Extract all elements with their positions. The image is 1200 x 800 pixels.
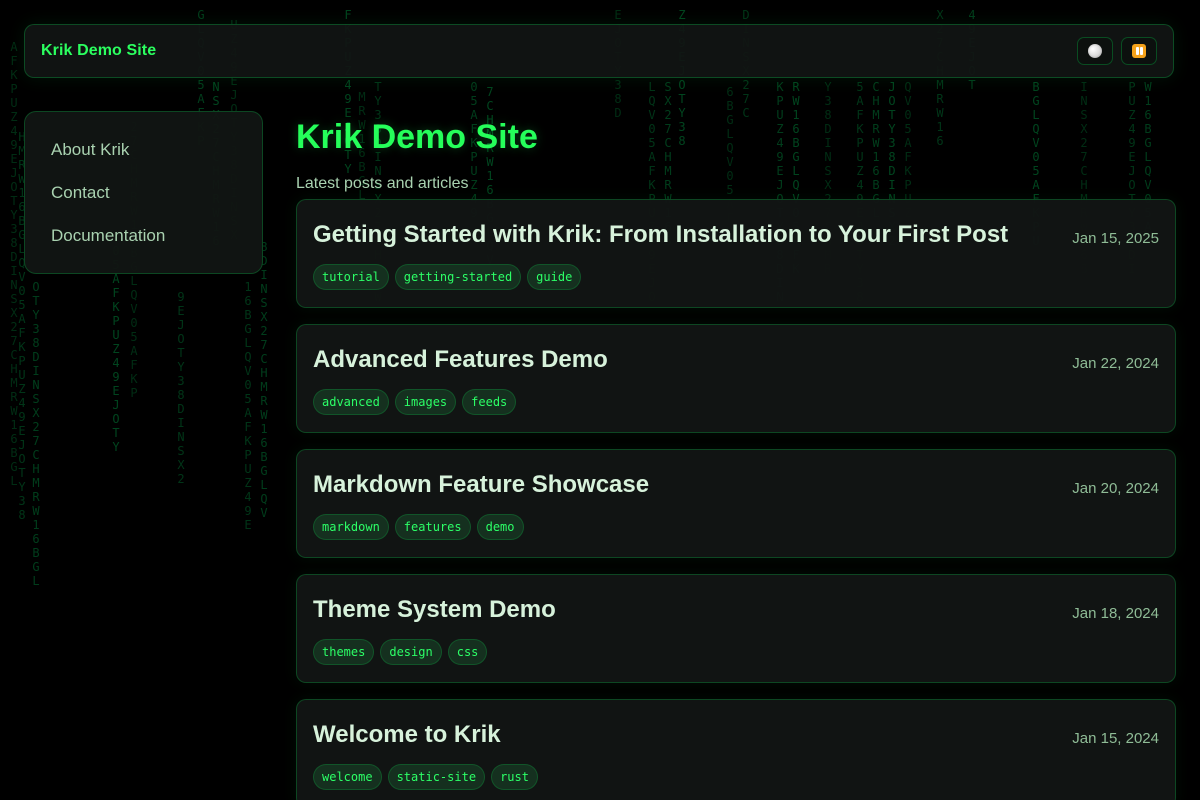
sidebar-item-documentation[interactable]: Documentation [51, 226, 236, 245]
post-tags: welcome static-site rust [313, 764, 538, 790]
tag-images[interactable]: images [394, 389, 457, 415]
sidebar-item-contact[interactable]: Contact [51, 183, 236, 202]
post-title-link[interactable]: Advanced Features Demo [313, 345, 1033, 375]
tag-demo[interactable]: demo [476, 514, 524, 540]
tag-getting-started[interactable]: getting-started [394, 264, 522, 290]
tag-markdown[interactable]: markdown [313, 514, 389, 540]
post-title-link[interactable]: Markdown Feature Showcase [313, 470, 1033, 500]
matrix-column: A F K P U Z 4 9 E J O T Y 3 8 D I N S X … [10, 40, 18, 488]
tag-welcome[interactable]: welcome [313, 764, 382, 790]
header-controls [1077, 37, 1157, 65]
site-title[interactable]: Krik Demo Site [41, 42, 156, 60]
page-title: Krik Demo Site [296, 118, 538, 156]
tag-tutorial[interactable]: tutorial [313, 264, 389, 290]
post-card[interactable]: Markdown Feature Showcase Jan 20, 2024 m… [296, 449, 1176, 558]
tag-css[interactable]: css [447, 639, 488, 665]
page-subtitle: Latest posts and articles [296, 175, 469, 192]
tag-feeds[interactable]: feeds [462, 389, 517, 415]
tag-guide[interactable]: guide [527, 264, 582, 290]
matrix-column: 8 D I N S X 2 7 C H M R W 1 6 B G L Q V [260, 240, 268, 520]
post-tags: advanced images feeds [313, 389, 517, 415]
tag-features[interactable]: features [394, 514, 471, 540]
post-card[interactable]: Welcome to Krik Jan 15, 2024 welcome sta… [296, 699, 1176, 800]
tag-advanced[interactable]: advanced [313, 389, 389, 415]
theme-toggle-button[interactable] [1077, 37, 1113, 65]
pause-animation-button[interactable] [1121, 37, 1157, 65]
post-title-link[interactable]: Getting Started with Krik: From Installa… [313, 220, 1033, 250]
post-card[interactable]: Theme System Demo Jan 18, 2024 themes de… [296, 574, 1176, 683]
post-list: Getting Started with Krik: From Installa… [296, 199, 1176, 800]
tag-static-site[interactable]: static-site [387, 764, 486, 790]
post-card[interactable]: Advanced Features Demo Jan 22, 2024 adva… [296, 324, 1176, 433]
circle-icon [1088, 44, 1102, 58]
post-date: Jan 20, 2024 [1072, 480, 1159, 497]
post-title-link[interactable]: Theme System Demo [313, 595, 1033, 625]
post-tags: markdown features demo [313, 514, 524, 540]
post-title-link[interactable]: Welcome to Krik [313, 720, 1033, 750]
tag-design[interactable]: design [380, 639, 442, 665]
sidebar-item-about-krik[interactable]: About Krik [51, 140, 236, 159]
post-date: Jan 18, 2024 [1072, 605, 1159, 622]
tag-rust[interactable]: rust [491, 764, 538, 790]
post-date: Jan 15, 2024 [1072, 730, 1159, 747]
matrix-column: 1 6 B G L Q V 0 5 A F K P U Z 4 9 E [244, 280, 252, 532]
matrix-column: 9 E J O T Y 3 8 D I N S X 2 [177, 290, 185, 486]
pause-icon [1132, 44, 1146, 58]
post-tags: tutorial getting-started guide [313, 264, 582, 290]
site-header: Krik Demo Site [24, 24, 1174, 78]
post-date: Jan 22, 2024 [1072, 355, 1159, 372]
post-tags: themes design css [313, 639, 488, 665]
post-card[interactable]: Getting Started with Krik: From Installa… [296, 199, 1176, 308]
post-date: Jan 15, 2025 [1072, 230, 1159, 247]
matrix-column: O T Y 3 8 D I N S X 2 7 C H M R W 1 6 B … [32, 280, 40, 588]
tag-themes[interactable]: themes [313, 639, 375, 665]
main-content: Krik Demo Site Latest posts and articles [296, 114, 1176, 193]
sidebar: About Krik Contact Documentation [24, 111, 263, 274]
